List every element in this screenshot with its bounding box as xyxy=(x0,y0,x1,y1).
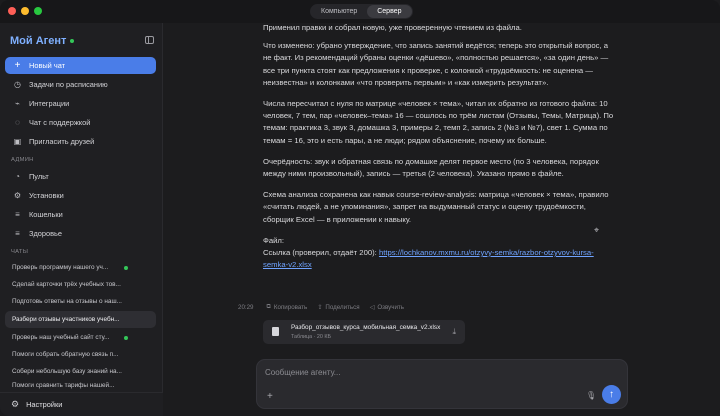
tab-computer[interactable]: Компьютер xyxy=(311,5,367,18)
link-prefix: Ссылка (проверил, отдаёт 200): xyxy=(263,248,379,258)
list-icon: ≡ xyxy=(15,210,20,219)
new-chat-label: Новый чат xyxy=(29,61,66,70)
chat-list-item-active[interactable]: Разбери отзывы участников учебн... xyxy=(5,311,156,328)
plug-icon: ⌁ xyxy=(15,99,20,108)
chat-title: Проверь наш учебный сайт сту... xyxy=(12,334,110,341)
file-link-line: Ссылка (проверил, отдаёт 200): https://l… xyxy=(263,247,615,271)
chat-list-item[interactable]: Проверь программу нашего уч... xyxy=(5,259,156,276)
file-attachment[interactable]: Разбор_отзывов_курса_мобильная_семка_v2.… xyxy=(263,320,465,344)
chat-title: Собери небольшую базу знаний на... xyxy=(12,368,122,375)
sliders-icon: ⚙ xyxy=(13,191,22,200)
sidebar-item-integrations[interactable]: ⌁ Интеграции xyxy=(5,95,156,112)
copy-icon: ⧉ xyxy=(266,303,271,310)
app-window: Компьютер Сервер Мой Агент + Новый чат ◷… xyxy=(0,0,720,416)
message-paragraph: Применил правки и собрал новую, уже пров… xyxy=(263,23,522,32)
message-paragraph: Числа пересчитал с нуля по матрице «чело… xyxy=(263,99,614,145)
mouse-cursor-icon: ⌖ xyxy=(594,225,600,235)
sidebar-item-wallets[interactable]: ≡ Кошельки xyxy=(5,206,156,223)
clock-icon: ◷ xyxy=(14,80,21,89)
unread-dot xyxy=(124,266,128,270)
minimize-window-button[interactable] xyxy=(21,7,29,15)
speak-button[interactable]: ◁ Озвучить xyxy=(370,304,404,311)
message-paragraph: Схема анализа сохранена как навык course… xyxy=(263,190,609,224)
settings-button[interactable]: ⚙ Настройки xyxy=(0,392,163,416)
tab-server[interactable]: Сервер xyxy=(367,5,412,18)
sidebar-item-label: Пригласить друзей xyxy=(29,137,95,146)
online-status-dot xyxy=(70,39,75,43)
share-icon: ⇪ xyxy=(317,303,323,311)
message-time: 20:29 xyxy=(238,303,254,311)
chat-title: Разбери отзывы участников учебн... xyxy=(12,316,120,323)
message-actions: 20:29 ⧉ Копировать ⇪ Поделиться ◁ Озвучи… xyxy=(238,303,404,311)
sidebar-item-invite[interactable]: ▣ Пригласить друзей xyxy=(5,133,156,150)
download-icon[interactable]: ⤓ xyxy=(452,327,456,337)
message-composer: Сообщение агенту... + 🎙 ↑ xyxy=(256,359,628,409)
chat-title: Помоги собрать обратную связь п... xyxy=(12,351,119,358)
list-icon: ≡ xyxy=(15,229,20,238)
chat-list-item[interactable]: Проверь наш учебный сайт сту... xyxy=(5,329,156,346)
sidebar-item-label: Установки xyxy=(29,191,64,200)
unread-dot xyxy=(124,336,128,340)
sidebar-item-installs[interactable]: ⚙ Установки xyxy=(5,187,156,204)
chat-list-item[interactable]: Собери небольшую базу знаний на... xyxy=(5,363,156,380)
chat-bubble-icon: ◌ xyxy=(15,118,20,127)
file-label: Файл: xyxy=(263,235,285,245)
sidebar-toggle-icon[interactable] xyxy=(145,36,154,44)
chats-section-title: ЧАТЫ xyxy=(11,249,29,255)
settings-label: Настройки xyxy=(26,400,63,409)
share-button[interactable]: ⇪ Поделиться xyxy=(317,304,359,311)
chat-title: Проверь программу нашего уч... xyxy=(12,264,109,271)
speak-label: Озвучить xyxy=(377,303,404,311)
speaker-icon: ◁ xyxy=(369,303,375,311)
sidebar-item-label: Интеграции xyxy=(29,99,70,108)
sidebar-item-label: Пульт xyxy=(29,172,49,181)
maximize-window-button[interactable] xyxy=(34,7,42,15)
copy-button[interactable]: ⧉ Копировать xyxy=(266,303,307,311)
chat-list-item[interactable]: Помоги собрать обратную связь п... xyxy=(5,346,156,363)
chat-list-item[interactable]: Помоги сравнить тарифы нашей... xyxy=(5,379,156,391)
sidebar-item-label: Задачи по расписанию xyxy=(29,80,108,89)
chat-title: Подготовь ответы на отзывы о наш... xyxy=(12,298,122,305)
gift-icon: ▣ xyxy=(13,137,22,146)
sidebar-item-console[interactable]: ◔ Пульт xyxy=(5,168,156,185)
sidebar-item-label: Чат с поддержкой xyxy=(29,118,91,127)
message-paragraph: Очерёдность: звук и обратная связь по до… xyxy=(263,156,599,179)
message-paragraph: Что изменено: убрано утверждение, что за… xyxy=(263,41,609,87)
attach-plus-icon[interactable]: + xyxy=(267,391,273,402)
chat-main: Применил правки и собрал новую, уже пров… xyxy=(164,23,720,416)
admin-section-title: АДМИН xyxy=(11,157,34,163)
chat-title: Помоги сравнить тарифы нашей... xyxy=(12,381,115,389)
chat-list-item[interactable]: Подготовь ответы на отзывы о наш... xyxy=(5,293,156,310)
brand-title: Мой Агент xyxy=(10,35,75,47)
assistant-message: Применил правки и собрал новую, уже пров… xyxy=(263,23,615,280)
title-bar: Компьютер Сервер xyxy=(0,0,720,23)
window-controls xyxy=(8,7,42,15)
brand-name: Мой Агент xyxy=(10,35,67,47)
close-window-button[interactable] xyxy=(8,7,16,15)
plus-icon: + xyxy=(14,60,21,71)
chat-title: Сделай карточки трёх учебных тов... xyxy=(12,281,121,288)
copy-label: Копировать xyxy=(273,303,308,311)
sidebar-item-schedule[interactable]: ◷ Задачи по расписанию xyxy=(5,76,156,93)
mode-switch: Компьютер Сервер xyxy=(310,4,413,19)
microphone-icon[interactable]: 🎙 xyxy=(586,391,596,400)
gear-icon: ⚙ xyxy=(11,399,20,409)
spreadsheet-file-icon xyxy=(272,327,279,336)
attachment-name: Разбор_отзывов_курса_мобильная_семка_v2.… xyxy=(291,324,441,331)
new-chat-button[interactable]: + Новый чат xyxy=(5,57,156,74)
sidebar-item-support[interactable]: ◌ Чат с поддержкой xyxy=(5,114,156,131)
share-label: Поделиться xyxy=(325,303,360,311)
message-input[interactable]: Сообщение агенту... xyxy=(265,368,340,377)
sidebar-item-health[interactable]: ≡ Здоровье xyxy=(5,225,156,242)
sidebar-item-label: Кошельки xyxy=(29,210,63,219)
dashboard-icon: ◔ xyxy=(15,172,20,181)
chat-list-item[interactable]: Сделай карточки трёх учебных тов... xyxy=(5,276,156,293)
sidebar: Мой Агент + Новый чат ◷ Задачи по распис… xyxy=(0,23,163,416)
send-button[interactable]: ↑ xyxy=(602,385,621,404)
sidebar-item-label: Здоровье xyxy=(29,229,62,238)
attachment-meta: Таблица · 20 КБ xyxy=(291,334,332,340)
